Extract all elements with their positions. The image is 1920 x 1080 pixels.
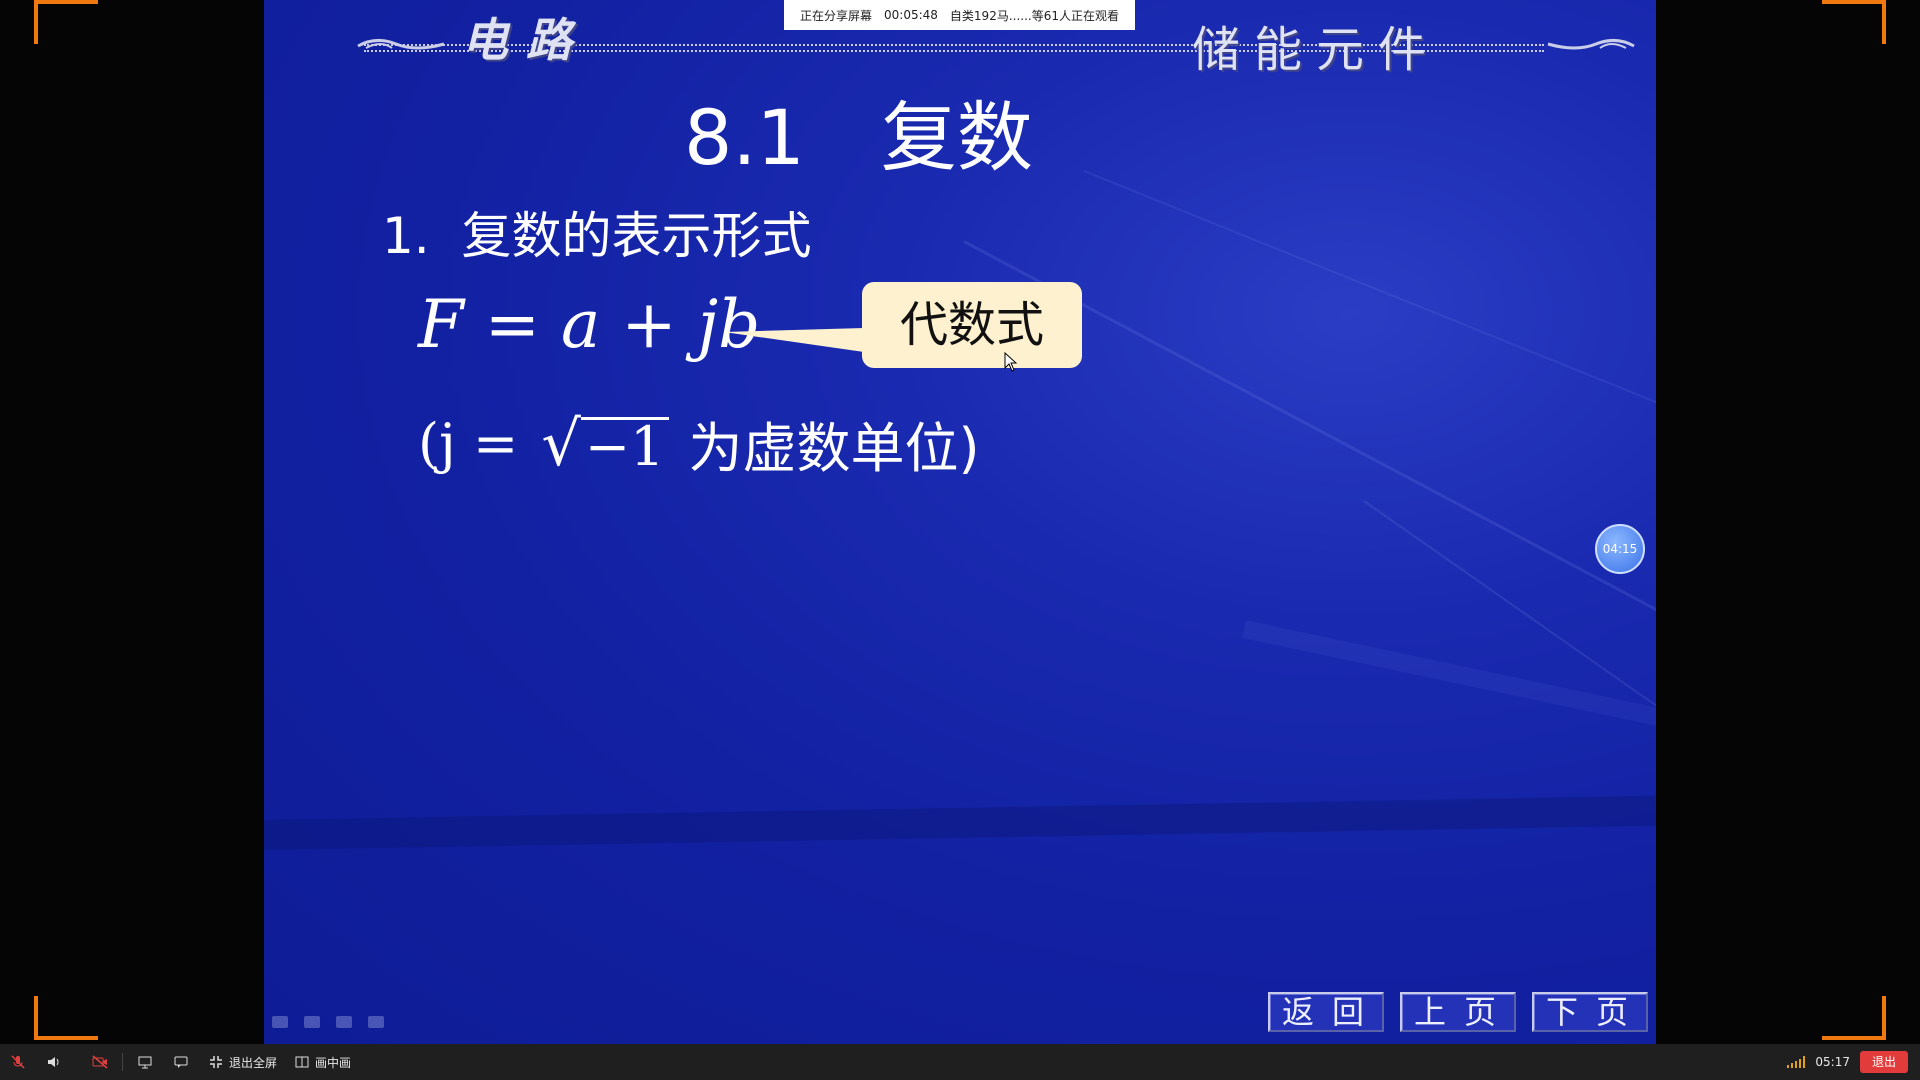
mouse-cursor-icon	[1004, 352, 1018, 372]
callout-label: 代数式	[862, 282, 1082, 368]
pip-button[interactable]: 画中画	[295, 1054, 351, 1071]
floating-timer[interactable]: 04:15	[1595, 524, 1645, 574]
imag-text: 为虚数单位)	[688, 417, 980, 480]
meeting-toolbar: 退出全屏 画中画 05:17 退出	[0, 1044, 1920, 1080]
share-elapsed: 00:05:48	[884, 8, 938, 22]
next-page-button[interactable]: 下页	[1532, 992, 1648, 1032]
background-streak	[1242, 620, 1656, 763]
back-button[interactable]: 返回	[1268, 992, 1384, 1032]
frame-corner-top-left	[34, 0, 98, 44]
frame-corner-bottom-left	[34, 996, 98, 1040]
prev-page-button[interactable]: 上页	[1400, 992, 1516, 1032]
slide-tool-icon[interactable]	[336, 1016, 352, 1028]
shared-slide: 电路 储能元件 8.1 复数 1. 复数的表示形式 F = a + jb 代数式…	[264, 0, 1656, 1044]
mic-muted-icon[interactable]	[0, 1044, 36, 1080]
exit-fullscreen-label: 退出全屏	[229, 1055, 278, 1070]
slide-tool-icon[interactable]	[304, 1016, 320, 1028]
ornament-right-icon	[1547, 39, 1635, 50]
share-viewers: 自类192马......等61人正在观看	[949, 8, 1119, 23]
course-name: 电路	[462, 13, 590, 67]
exit-fullscreen-button[interactable]: 退出全屏	[209, 1054, 277, 1071]
slide-tool-icon[interactable]	[272, 1016, 288, 1028]
slide-title: 8.1 复数	[684, 93, 1033, 182]
frame-corner-bottom-right	[1822, 996, 1886, 1040]
toolbar-divider	[122, 1053, 123, 1071]
pip-icon	[295, 1056, 309, 1068]
slide-tool-icon[interactable]	[368, 1016, 384, 1028]
background-streak	[264, 795, 1656, 850]
clock: 05:17	[1815, 1055, 1850, 1069]
sqrt-radicand: −1	[580, 417, 669, 474]
share-status: 正在分享屏幕	[800, 8, 873, 23]
section-heading: 1. 复数的表示形式	[382, 207, 812, 265]
algebraic-formula: F = a + jb	[418, 286, 761, 363]
screen-share-viewer: 电路 储能元件 8.1 复数 1. 复数的表示形式 F = a + jb 代数式…	[0, 0, 1920, 1080]
sqrt-expression: √ −1	[541, 407, 669, 480]
sqrt-icon: √	[541, 407, 581, 480]
fullscreen-exit-icon	[210, 1056, 222, 1068]
imag-open: (j =	[418, 412, 536, 475]
background-streak	[1083, 170, 1656, 472]
screen-share-icon[interactable]	[127, 1044, 163, 1080]
callout-pointer	[724, 328, 864, 352]
frame-corner-top-right	[1822, 0, 1886, 44]
chapter-name: 储能元件	[1192, 22, 1441, 78]
imaginary-unit-note: (j = √ −1 为虚数单位)	[418, 404, 980, 483]
chat-icon[interactable]	[163, 1044, 199, 1080]
share-status-banner: 正在分享屏幕 00:05:48 自类192马......等61人正在观看	[784, 0, 1135, 30]
camera-off-icon[interactable]	[82, 1044, 118, 1080]
slide-toolbar	[272, 1016, 384, 1028]
toolbar-right: 05:17 退出	[1787, 1051, 1920, 1073]
signal-icon	[1787, 1056, 1806, 1068]
speaker-icon[interactable]	[36, 1044, 72, 1080]
pip-label: 画中画	[315, 1055, 352, 1070]
exit-button[interactable]: 退出	[1860, 1051, 1908, 1073]
